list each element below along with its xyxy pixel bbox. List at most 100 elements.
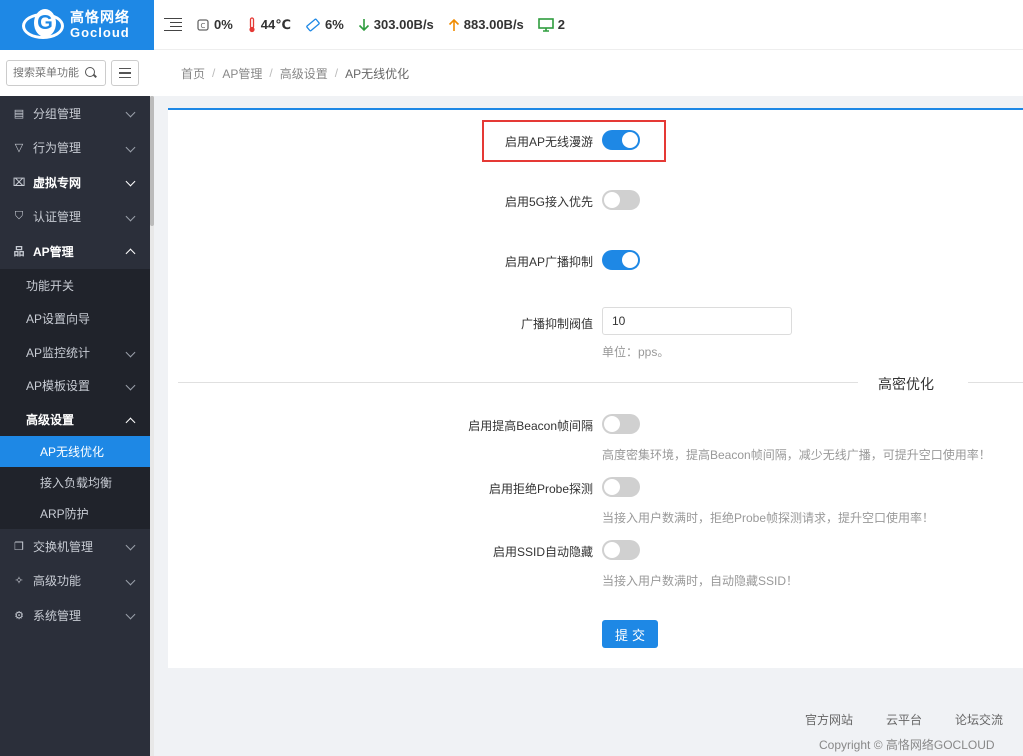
memory-icon (306, 18, 320, 31)
sidebar-item-label: AP设置向导 (26, 312, 91, 327)
sidebar-item-ap-wireless-opt[interactable]: AP无线优化 (0, 436, 150, 467)
upload-stat: 883.00B/s (448, 17, 524, 32)
probe-label: 启用拒绝Probe探测 (488, 482, 593, 496)
svg-text:C: C (201, 22, 206, 30)
footer-link-forum[interactable]: 论坛交流 (955, 711, 1003, 728)
download-value: 303.00B/s (373, 17, 434, 32)
breadcrumb: 首页 / AP管理 / 高级设置 / AP无线优化 (154, 50, 1023, 96)
brand-name-en: Gocloud (70, 24, 130, 40)
section-divider-right (968, 382, 1023, 383)
topology-icon: 品 (13, 246, 25, 259)
probe-toggle[interactable] (602, 477, 640, 497)
roaming-toggle[interactable] (602, 130, 640, 150)
cpu-stat: C 0% (196, 17, 233, 32)
sidebar-item-switch[interactable]: ❐ 交换机管理 (0, 529, 150, 564)
sidebar-item-label: 功能开关 (26, 278, 75, 293)
roaming-label: 启用AP无线漫游 (504, 135, 593, 149)
sidebar-item-auth[interactable]: ⛉ 认证管理 (0, 200, 150, 235)
copyright: Copyright © 高恪网络GOCLOUD (819, 738, 995, 752)
vpn-icon: ⌧ (12, 176, 26, 189)
threshold-input[interactable] (602, 307, 792, 335)
sidebar-item-arp-protect[interactable]: ARP防护 (0, 498, 150, 529)
ssid-toggle[interactable] (602, 540, 640, 560)
prefer5g-toggle[interactable] (602, 190, 640, 210)
breadcrumb-advanced[interactable]: 高级设置 (280, 65, 328, 82)
footer-link-official[interactable]: 官方网站 (805, 711, 853, 728)
brand-logo[interactable]: G 高恪网络 Gocloud (0, 0, 154, 50)
sidebar-item-vpn[interactable]: ⌧ 虚拟专网 (0, 165, 150, 200)
mem-stat: 6% (305, 17, 344, 33)
beacon-toggle[interactable] (602, 414, 640, 434)
chevron-up-icon (125, 417, 136, 427)
cpu-icon: C (197, 18, 209, 31)
document-icon: ▤ (13, 107, 25, 120)
beacon-hint: 高度密集环境，提高Beacon帧间隔，减少无线广播，可提升空口使用率！ (602, 448, 991, 462)
sidebar-scrollbar-thumb[interactable] (150, 96, 154, 226)
footer-link-cloud[interactable]: 云平台 (886, 711, 922, 728)
breadcrumb-home[interactable]: 首页 (181, 65, 205, 82)
download-stat: 303.00B/s (358, 17, 434, 32)
sidebar-item-function-switch[interactable]: 功能开关 (0, 269, 150, 303)
sidebar-item-label: 认证管理 (33, 210, 82, 225)
shield-icon: ⛉ (14, 210, 24, 223)
sidebar-item-label: 高级设置 (26, 412, 75, 427)
broadcast-suppress-label: 启用AP广播抑制 (504, 255, 593, 269)
switch-icon: ❐ (14, 540, 24, 553)
sidebar-item-label: AP监控统计 (26, 345, 91, 360)
beacon-label: 启用提高Beacon帧间隔 (468, 419, 593, 433)
sidebar-item-label: 高级功能 (33, 574, 82, 589)
broadcast-suppress-toggle[interactable] (602, 250, 640, 270)
chevron-down-icon (125, 142, 136, 152)
menu-list-button[interactable] (111, 60, 139, 86)
ssid-hint: 当接入用户数满时，自动隐藏SSID！ (602, 574, 799, 588)
chevron-down-icon (125, 176, 136, 187)
chevron-down-icon (125, 575, 136, 585)
devices-stat: 2 (537, 17, 566, 32)
chevron-down-icon (125, 211, 136, 221)
sidebar-item-system[interactable]: ⚙ 系统管理 (0, 598, 150, 633)
thermometer-icon (249, 16, 255, 32)
sidebar-item-load-balance[interactable]: 接入负载均衡 (0, 467, 150, 498)
probe-hint: 当接入用户数满时，拒绝Probe帧探测请求，提升空口使用率！ (602, 511, 935, 525)
sidebar-item-label: ARP防护 (40, 507, 89, 521)
sidebar-nav: ▤ 分组管理 ▽ 行为管理 ⌧ 虚拟专网 ⛉ 认证管理 品 AP管理 功能开关 … (0, 96, 150, 633)
sidebar-item-ap-template[interactable]: AP模板设置 (0, 369, 150, 403)
chevron-up-icon (125, 248, 136, 259)
sidebar-item-ap[interactable]: 品 AP管理 (0, 234, 150, 269)
breadcrumb-current: AP无线优化 (345, 66, 410, 81)
temp-stat: 44℃ (247, 17, 291, 33)
arrow-up-icon (448, 18, 459, 31)
chevron-down-icon (125, 107, 136, 118)
upload-value: 883.00B/s (463, 17, 524, 32)
sidebar-item-behavior[interactable]: ▽ 行为管理 (0, 131, 150, 166)
monitor-icon (537, 17, 554, 32)
sidebar-item-label: 交换机管理 (33, 539, 94, 554)
collapse-menu-icon[interactable] (164, 17, 182, 32)
submit-button[interactable]: 提交 (602, 620, 658, 648)
menu-search-input[interactable] (13, 67, 85, 79)
sidebar-scrollbar[interactable] (150, 96, 154, 756)
chevron-down-icon (125, 347, 136, 357)
menu-search-box (6, 60, 106, 86)
devices-value: 2 (557, 17, 566, 32)
sidebar-item-group[interactable]: ▤ 分组管理 (0, 96, 150, 131)
section-divider-left (178, 382, 858, 383)
menu-search-row (0, 50, 154, 96)
chevron-down-icon (125, 380, 136, 391)
gear-icon: ⚙ (14, 609, 24, 622)
filter-icon: ▽ (14, 142, 24, 155)
sidebar-item-label: 行为管理 (33, 141, 82, 156)
ssid-label: 启用SSID自动隐藏 (492, 545, 593, 559)
sidebar-item-label: AP无线优化 (40, 445, 105, 459)
brand-name-cn: 高恪网络 (70, 9, 130, 26)
footer-links: 官方网站 云平台 论坛交流 (805, 711, 1003, 728)
pin-icon: ✧ (14, 575, 24, 588)
breadcrumb-ap[interactable]: AP管理 (222, 65, 262, 82)
sidebar-item-advanced-func[interactable]: ✧ 高级功能 (0, 564, 150, 599)
sidebar-item-ap-monitor[interactable]: AP监控统计 (0, 336, 150, 370)
temp-value: 44℃ (260, 16, 291, 32)
prefer5g-label: 启用5G接入优先 (504, 195, 593, 209)
sidebar-item-advanced[interactable]: 高级设置 (0, 403, 150, 437)
sidebar-item-ap-wizard[interactable]: AP设置向导 (0, 302, 150, 336)
search-icon[interactable] (85, 67, 97, 79)
